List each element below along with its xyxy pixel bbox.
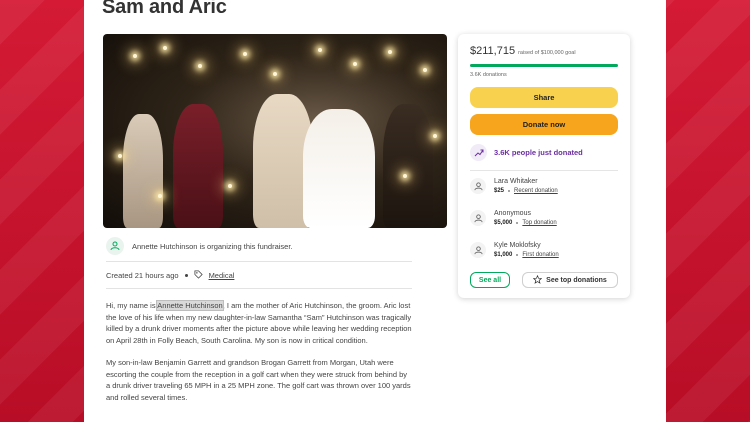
donor-item: Kyle Moklofsky $1,000 First donation <box>470 242 559 258</box>
sparkler <box>118 154 122 158</box>
donor-heart-icon <box>470 242 486 258</box>
organizer-text: Annette Hutchinson is organizing this fu… <box>132 241 293 251</box>
donor-amount: $5,000 <box>494 220 513 226</box>
sparkler <box>318 48 322 52</box>
donor-amount: $25 <box>494 188 505 194</box>
category-link[interactable]: Medical <box>209 271 235 280</box>
photo-guest <box>173 104 223 228</box>
sparkler <box>158 194 162 198</box>
photo-guest <box>123 114 163 228</box>
sparkler <box>273 72 277 76</box>
fundraiser-page: Sam and Aric Annette Hutchinson is organ… <box>84 0 666 422</box>
donor-heart-icon <box>470 178 486 194</box>
photo-guest <box>383 104 433 228</box>
story-text: Hi, my name is <box>106 301 158 310</box>
divider <box>106 261 412 262</box>
donor-name: Lara Whitaker <box>494 178 538 185</box>
separator-dot <box>516 222 519 224</box>
sparkler <box>163 46 167 50</box>
donor-name: Anonymous <box>494 210 531 217</box>
sparkler <box>388 50 392 54</box>
donations-count: 3.6K donations <box>470 72 507 78</box>
divider <box>106 288 412 289</box>
donation-tag[interactable]: Recent donation <box>514 188 558 194</box>
goal-text: raised of $100,000 goal <box>518 50 576 56</box>
separator-dot <box>508 190 511 192</box>
sparkler <box>243 52 247 56</box>
photo-bride <box>303 109 375 228</box>
hero-photo <box>103 34 447 228</box>
fundraiser-story: Hi, my name is Annette Hutchinson, I am … <box>106 300 412 414</box>
trending-up-icon <box>470 144 487 161</box>
share-button[interactable]: Share <box>470 87 618 108</box>
separator-dot <box>184 274 188 277</box>
progress-bar <box>470 64 618 67</box>
donor-heart-icon <box>470 210 486 226</box>
amount-raised: $211,715 <box>470 45 516 57</box>
donation-tag[interactable]: First donation <box>522 252 558 258</box>
organizer-row: Annette Hutchinson is organizing this fu… <box>106 236 412 256</box>
fundraiser-meta: Created 21 hours ago Medical <box>106 270 234 281</box>
donation-tag[interactable]: Top donation <box>522 220 556 226</box>
separator-dot <box>516 254 519 256</box>
star-icon <box>532 274 543 286</box>
progress-fill <box>470 64 618 67</box>
see-all-button[interactable]: See all <box>470 272 510 288</box>
tag-icon <box>194 270 203 281</box>
raised-summary: $211,715 raised of $100,000 goal <box>470 45 576 57</box>
donor-name: Kyle Moklofsky <box>494 242 541 249</box>
user-heart-icon <box>106 237 124 255</box>
highlighted-name: Annette Hutchinson <box>156 300 224 311</box>
see-top-donations-label: See top donations <box>546 276 607 284</box>
page-title: Sam and Aric <box>102 0 227 18</box>
sparkler <box>433 134 437 138</box>
story-paragraph: My son-in-law Benjamin Garrett and grand… <box>106 358 411 402</box>
created-time: Created 21 hours ago <box>106 271 179 280</box>
sparkler <box>423 68 427 72</box>
sparkler <box>403 174 407 178</box>
donate-now-button[interactable]: Donate now <box>470 114 618 135</box>
sparkler <box>353 62 357 66</box>
sparkler <box>198 64 202 68</box>
divider <box>470 170 618 171</box>
donor-item: Anonymous $5,000 Top donation <box>470 210 557 226</box>
just-donated-text[interactable]: 3.6K people just donated <box>494 148 583 157</box>
donor-amount: $1,000 <box>494 252 513 258</box>
sparkler <box>228 184 232 188</box>
see-top-donations-button[interactable]: See top donations <box>522 272 618 288</box>
donation-card: $211,715 raised of $100,000 goal 3.6K do… <box>458 34 630 298</box>
recent-activity: 3.6K people just donated <box>470 144 583 161</box>
sparkler <box>133 54 137 58</box>
story-paragraph: Hi, my name is Annette Hutchinson, I am … <box>106 300 412 346</box>
donor-item: Lara Whitaker $25 Recent donation <box>470 178 558 194</box>
